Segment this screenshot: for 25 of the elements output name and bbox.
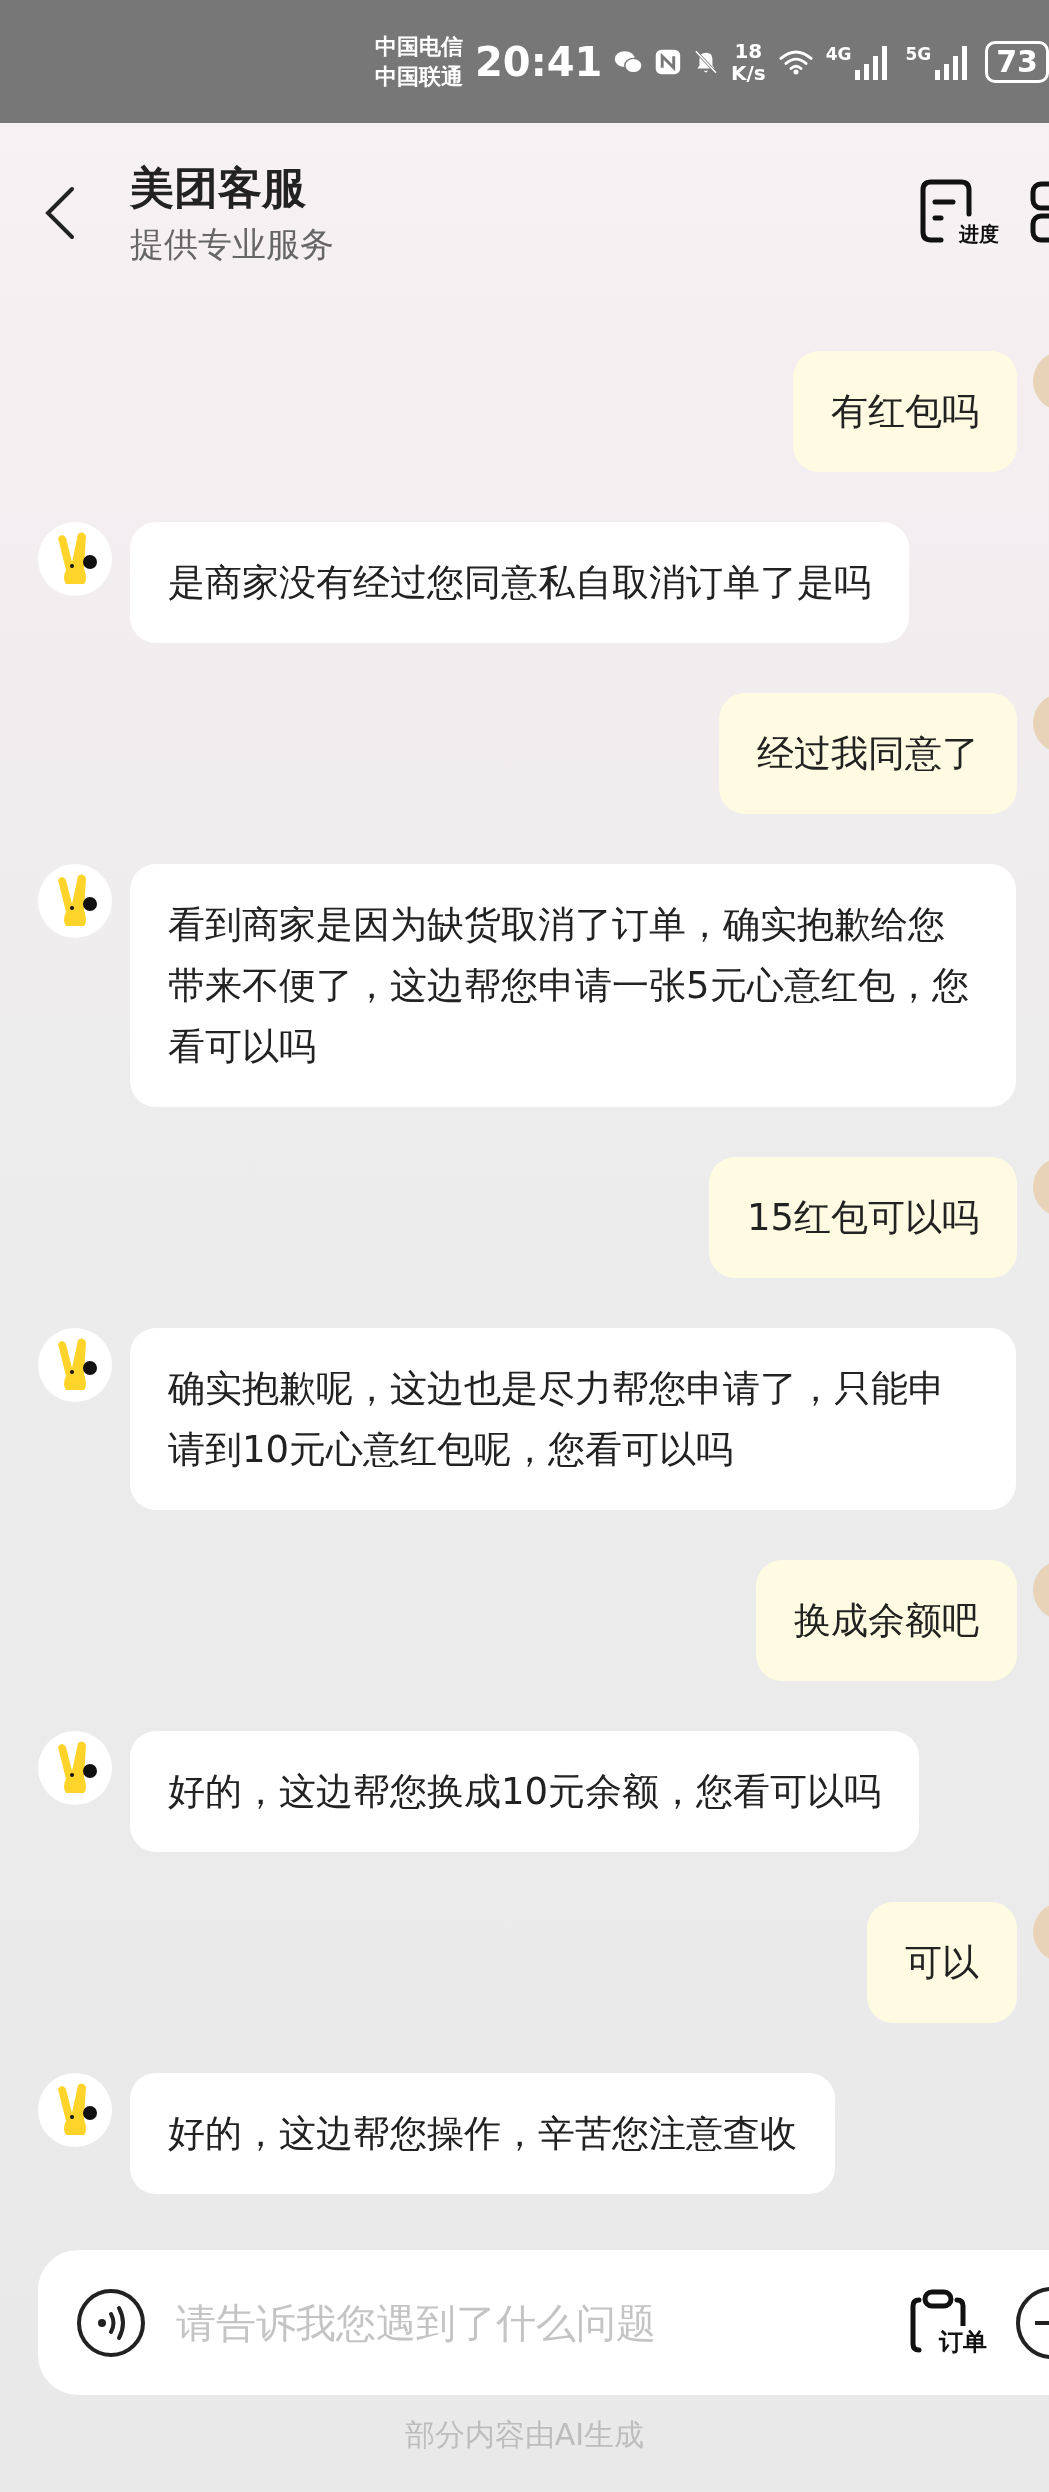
clock: 20:41 xyxy=(475,38,603,85)
speed-value: 18 xyxy=(734,39,763,62)
network-type: 4G xyxy=(825,43,852,64)
carrier-name: 中国联通 xyxy=(375,62,463,91)
agent-message: 好的，这边帮您操作，辛苦您注意查收 xyxy=(130,2073,835,2194)
chat-subtitle: 提供专业服务 xyxy=(130,222,334,266)
user-message: 有红包吗 xyxy=(793,351,1017,472)
voice-icon[interactable] xyxy=(76,2287,146,2358)
agent-message: 是商家没有经过您同意私自取消订单了是吗 xyxy=(130,522,909,643)
user-message: 可以 xyxy=(867,1902,1017,2023)
user-message: 换成余额吧 xyxy=(756,1560,1017,1681)
message-composer[interactable]: 请告诉我您遇到了什么问题 订单 xyxy=(38,2250,1049,2395)
user-message: 经过我同意了 xyxy=(719,693,1017,814)
chat-title: 美团客服 xyxy=(130,160,307,215)
agent-message: 看到商家是因为缺货取消了订单，确实抱歉给您带来不便了，这边帮您申请一张5元心意红包，您看可以吗 xyxy=(130,864,1016,1107)
agent-message: 确实抱歉呢，这边也是尽力帮您申请了，只能申请到10元心意红包呢，您看可以吗 xyxy=(130,1328,1016,1510)
carrier-name: 中国电信 xyxy=(375,32,463,61)
agent-message: 好的，这边帮您换成10元余额，您看可以吗 xyxy=(130,1731,920,1852)
progress-button[interactable]: 进度 xyxy=(919,178,999,248)
order-button[interactable]: 订单 xyxy=(907,2287,987,2358)
network-type: 5G xyxy=(905,43,932,64)
battery-level: 73 xyxy=(985,40,1049,83)
message-input[interactable]: 请告诉我您遇到了什么问题 xyxy=(174,2298,879,2347)
user-message: 15红包可以吗 xyxy=(708,1157,1017,1278)
speed-unit: K/s xyxy=(730,61,766,84)
